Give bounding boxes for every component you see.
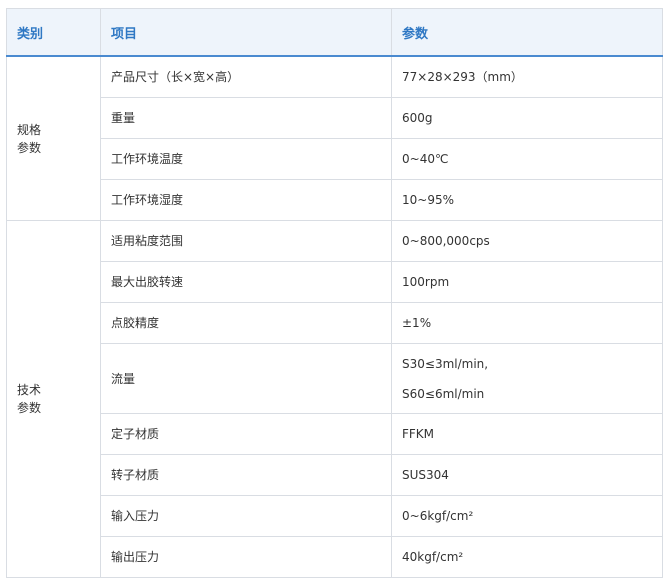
header-category: 类别 [6,8,101,57]
item-cell: 重量 [100,97,392,139]
value-cell: 0~800,000cps [391,220,663,262]
value-cell: 77×28×293（mm） [391,55,663,98]
table-row: 工作环境温度 0~40℃ [7,138,663,180]
item-cell: 工作环境温度 [100,138,392,180]
category-cell-tech: 技术 参数 [6,220,101,578]
table-row: 点胶精度 ±1% [7,302,663,344]
item-cell: 工作环境湿度 [100,179,392,221]
spec-table: 类别 项目 参数 规格 参数 产品尺寸（长×宽×高） 77×28×293（mm）… [6,8,663,578]
table-row: 规格 参数 产品尺寸（长×宽×高） 77×28×293（mm） [6,55,663,221]
item-cell: 适用粘度范围 [100,220,392,262]
item-cell: 流量 [100,343,392,414]
table-row: 最大出胶转速 100rpm [7,261,663,303]
item-cell: 定子材质 [100,413,392,455]
table-row: 转子材质 SUS304 [7,454,663,496]
header-item: 项目 [100,8,392,57]
value-cell-flow: S30≤3ml/min, S60≤6ml/min [391,343,663,414]
header-value: 参数 [391,8,663,57]
category-label-line1: 技术 [17,383,42,397]
category-label-line2: 参数 [17,401,42,415]
item-cell: 转子材质 [100,454,392,496]
value-cell: 0~40℃ [391,138,663,180]
table-row: 技术 参数 适用粘度范围 0~800,000cps [6,220,663,578]
item-cell: 最大出胶转速 [100,261,392,303]
item-cell: 产品尺寸（长×宽×高） [100,55,392,98]
value-cell: 0~6kgf/cm² [391,495,663,537]
item-cell: 输入压力 [100,495,392,537]
table-row: 工作环境湿度 10~95% [7,179,663,221]
value-cell: 40kgf/cm² [391,536,663,578]
table-header: 类别 项目 参数 [6,8,663,57]
value-line2: S60≤6ml/min [402,386,485,401]
table-row: 输入压力 0~6kgf/cm² [7,495,663,537]
value-cell: FFKM [391,413,663,455]
category-cell-spec: 规格 参数 [6,55,101,221]
table-row: 流量 S30≤3ml/min, S60≤6ml/min [7,343,663,414]
value-line1: S30≤3ml/min, [402,356,489,371]
value-cell: 100rpm [391,261,663,303]
header-row: 类别 项目 参数 [6,8,663,57]
table-body: 规格 参数 产品尺寸（长×宽×高） 77×28×293（mm） 重量 600g … [6,55,663,578]
table-row: 定子材质 FFKM [7,413,663,455]
table-row: 输出压力 40kgf/cm² [7,536,663,578]
value-cell: 10~95% [391,179,663,221]
item-cell: 输出压力 [100,536,392,578]
value-cell: 600g [391,97,663,139]
value-cell: ±1% [391,302,663,344]
value-cell: SUS304 [391,454,663,496]
table-row: 重量 600g [7,97,663,139]
category-label-line2: 参数 [17,140,42,155]
category-label-line1: 规格 [17,122,42,137]
item-cell: 点胶精度 [100,302,392,344]
